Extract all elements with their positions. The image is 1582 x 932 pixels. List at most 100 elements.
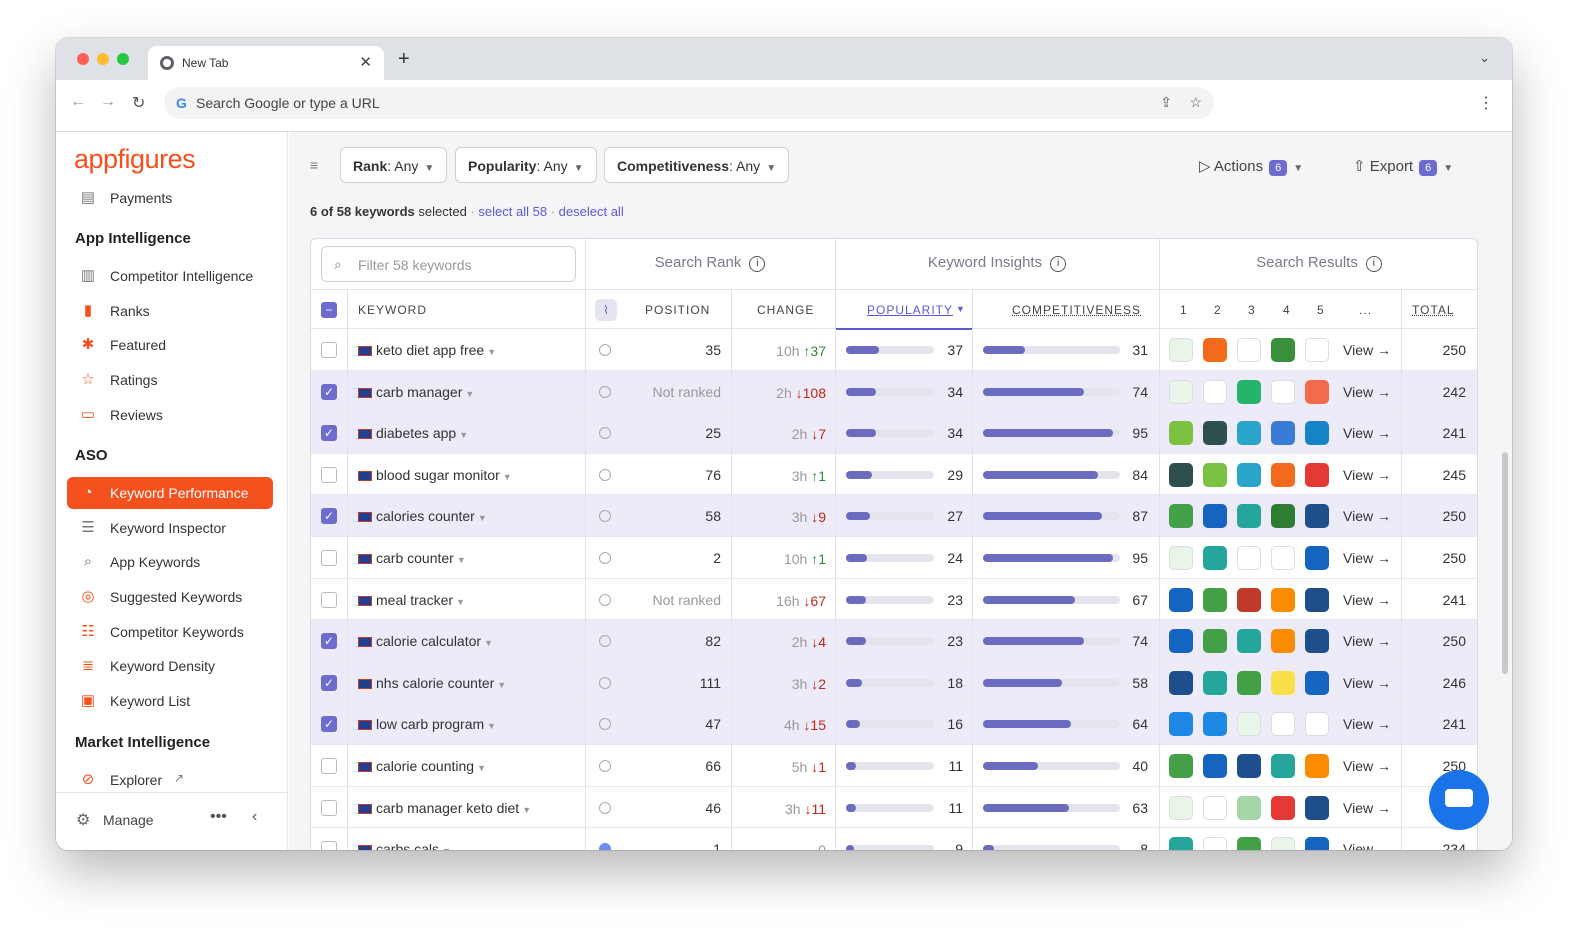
keyword-cell[interactable]: diabetes app ▼ bbox=[358, 425, 468, 441]
table-row[interactable]: ✓ calories counter ▼ 58 3h ↓9 27 87 View → 250 bbox=[311, 495, 1477, 538]
column-position[interactable]: POSITION bbox=[645, 303, 710, 317]
rank-history-toggle[interactable] bbox=[599, 427, 611, 440]
keyword-cell[interactable]: blood sugar monitor ▼ bbox=[358, 467, 512, 483]
app-icon[interactable] bbox=[1305, 338, 1329, 362]
app-icon[interactable] bbox=[1237, 629, 1261, 654]
browser-menu-icon[interactable]: ⋮ bbox=[1478, 93, 1494, 113]
app-icon[interactable] bbox=[1203, 546, 1227, 570]
app-icon[interactable] bbox=[1169, 629, 1193, 654]
app-icon[interactable] bbox=[1305, 629, 1329, 654]
app-icon[interactable] bbox=[1203, 712, 1227, 737]
chevron-down-icon[interactable]: ▼ bbox=[522, 805, 531, 815]
app-icon[interactable] bbox=[1203, 338, 1227, 362]
rank-history-toggle[interactable] bbox=[599, 676, 611, 689]
app-icon[interactable] bbox=[1271, 795, 1295, 820]
app-icon[interactable] bbox=[1237, 421, 1261, 446]
app-icon[interactable] bbox=[1169, 837, 1193, 850]
app-icon[interactable] bbox=[1271, 462, 1295, 487]
sidebar-item-competitor-intelligence[interactable]: ▥ Competitor Intelligence bbox=[67, 260, 273, 292]
app-icon[interactable] bbox=[1203, 629, 1227, 654]
rank-history-toggle[interactable] bbox=[599, 635, 611, 648]
sidebar-item-keyword-inspector[interactable]: ☰ Keyword Inspector bbox=[67, 512, 273, 544]
app-icon[interactable] bbox=[1203, 462, 1227, 487]
app-icon[interactable] bbox=[1169, 546, 1193, 570]
app-icon[interactable] bbox=[1237, 712, 1261, 737]
table-row[interactable]: ✓ calorie calculator ▼ 82 2h ↓4 23 74 View → 250 bbox=[311, 620, 1477, 663]
keyword-cell[interactable]: calories counter ▼ bbox=[358, 508, 487, 524]
back-icon[interactable]: ← bbox=[70, 93, 86, 111]
keyword-cell[interactable]: calorie calculator ▼ bbox=[358, 633, 493, 649]
row-checkbox[interactable]: ✓ bbox=[321, 425, 337, 442]
app-icon[interactable] bbox=[1237, 587, 1261, 612]
app-icon[interactable] bbox=[1203, 837, 1227, 850]
app-icon[interactable] bbox=[1203, 587, 1227, 612]
scrollbar[interactable] bbox=[1502, 452, 1508, 674]
keyword-cell[interactable]: carbs cals▼ bbox=[358, 841, 451, 850]
app-icon[interactable] bbox=[1271, 837, 1295, 850]
table-row[interactable]: keto diet app free ▼ 35 10h ↑37 37 31 View → 25… bbox=[311, 329, 1477, 371]
chevron-down-icon[interactable]: ▼ bbox=[459, 430, 468, 440]
sidebar-item-keyword-performance[interactable]: ◔ Keyword Performance bbox=[67, 477, 273, 509]
keyword-filter-input[interactable]: ⌕ Filter 58 keywords bbox=[321, 246, 576, 282]
bookmark-star-icon[interactable]: ☆ bbox=[1189, 94, 1202, 111]
maximize-window-button[interactable] bbox=[117, 53, 129, 65]
app-icon[interactable] bbox=[1169, 712, 1193, 737]
app-icon[interactable] bbox=[1305, 421, 1329, 446]
chevron-down-icon[interactable]: ▼ bbox=[503, 472, 512, 482]
app-icon[interactable] bbox=[1237, 338, 1261, 362]
browser-tab[interactable]: New Tab ✕ bbox=[148, 46, 384, 80]
app-icon[interactable] bbox=[1203, 795, 1227, 820]
app-icon[interactable] bbox=[1169, 795, 1193, 820]
chart-toggle-icon[interactable]: ⌇ bbox=[595, 299, 617, 321]
popularity-filter[interactable]: Popularity: Any ▼ bbox=[455, 147, 597, 183]
app-icon[interactable] bbox=[1271, 504, 1295, 529]
table-row[interactable]: ✓ diabetes app ▼ 25 2h ↓7 34 95 View → 241 bbox=[311, 412, 1477, 455]
chevron-down-icon[interactable]: ▼ bbox=[465, 389, 474, 399]
chevron-down-icon[interactable]: ▼ bbox=[456, 597, 465, 607]
select-all-link[interactable]: select all 58 bbox=[478, 204, 547, 219]
app-icon[interactable] bbox=[1305, 712, 1329, 737]
view-results-link[interactable]: View → bbox=[1343, 841, 1391, 850]
rank-history-toggle[interactable] bbox=[599, 843, 611, 850]
chevron-down-icon[interactable]: ▼ bbox=[442, 846, 451, 850]
keyword-cell[interactable]: carb manager keto diet ▼ bbox=[358, 800, 531, 816]
rank-history-toggle[interactable] bbox=[599, 718, 611, 731]
appfigures-logo[interactable]: appfigures bbox=[74, 144, 196, 175]
app-icon[interactable] bbox=[1305, 670, 1329, 695]
chevron-down-icon[interactable]: ▼ bbox=[487, 347, 496, 357]
chevron-down-icon[interactable]: ▼ bbox=[477, 763, 486, 773]
rank-history-toggle[interactable] bbox=[599, 468, 611, 481]
close-window-button[interactable] bbox=[77, 53, 89, 65]
sidebar-item-suggested-keywords[interactable]: ◎ Suggested Keywords bbox=[67, 581, 273, 613]
app-icon[interactable] bbox=[1169, 670, 1193, 695]
sidebar-item-ratings[interactable]: ☆ Ratings bbox=[67, 364, 273, 396]
tab-search-icon[interactable]: ⌄ bbox=[1479, 50, 1490, 66]
sidebar-item-reviews[interactable]: ▭ Reviews bbox=[67, 399, 273, 431]
row-checkbox[interactable]: ✓ bbox=[321, 674, 337, 691]
keyword-cell[interactable]: nhs calorie counter ▼ bbox=[358, 675, 506, 691]
rank-history-toggle[interactable] bbox=[599, 552, 611, 564]
keyword-cell[interactable]: low carb program ▼ bbox=[358, 716, 496, 732]
view-results-link[interactable]: View → bbox=[1343, 508, 1391, 524]
actions-button[interactable]: ▷ Actions 6 ▼ bbox=[1199, 157, 1303, 176]
rank-history-toggle[interactable] bbox=[599, 385, 611, 398]
sidebar-item-featured[interactable]: ✱ Featured bbox=[67, 329, 273, 361]
app-icon[interactable] bbox=[1169, 379, 1193, 404]
collapse-sidebar-icon[interactable]: ‹ bbox=[252, 808, 257, 826]
view-results-link[interactable]: View → bbox=[1343, 633, 1391, 649]
info-icon[interactable]: i bbox=[1050, 256, 1067, 272]
app-icon[interactable] bbox=[1271, 629, 1295, 654]
app-icon[interactable] bbox=[1237, 462, 1261, 487]
app-icon[interactable] bbox=[1305, 837, 1329, 850]
app-icon[interactable] bbox=[1237, 670, 1261, 695]
view-results-link[interactable]: View → bbox=[1343, 384, 1391, 400]
table-row[interactable]: calorie counting ▼ 66 5h ↓1 11 40 View → 250 bbox=[311, 745, 1477, 787]
app-icon[interactable] bbox=[1237, 754, 1261, 778]
forward-icon[interactable]: → bbox=[100, 93, 116, 111]
chat-button[interactable] bbox=[1429, 770, 1489, 830]
view-results-link[interactable]: View → bbox=[1343, 800, 1391, 816]
row-checkbox[interactable]: ✓ bbox=[321, 508, 337, 525]
manage-link[interactable]: Manage bbox=[103, 812, 154, 828]
close-tab-icon[interactable]: ✕ bbox=[359, 53, 372, 71]
app-icon[interactable] bbox=[1305, 546, 1329, 570]
